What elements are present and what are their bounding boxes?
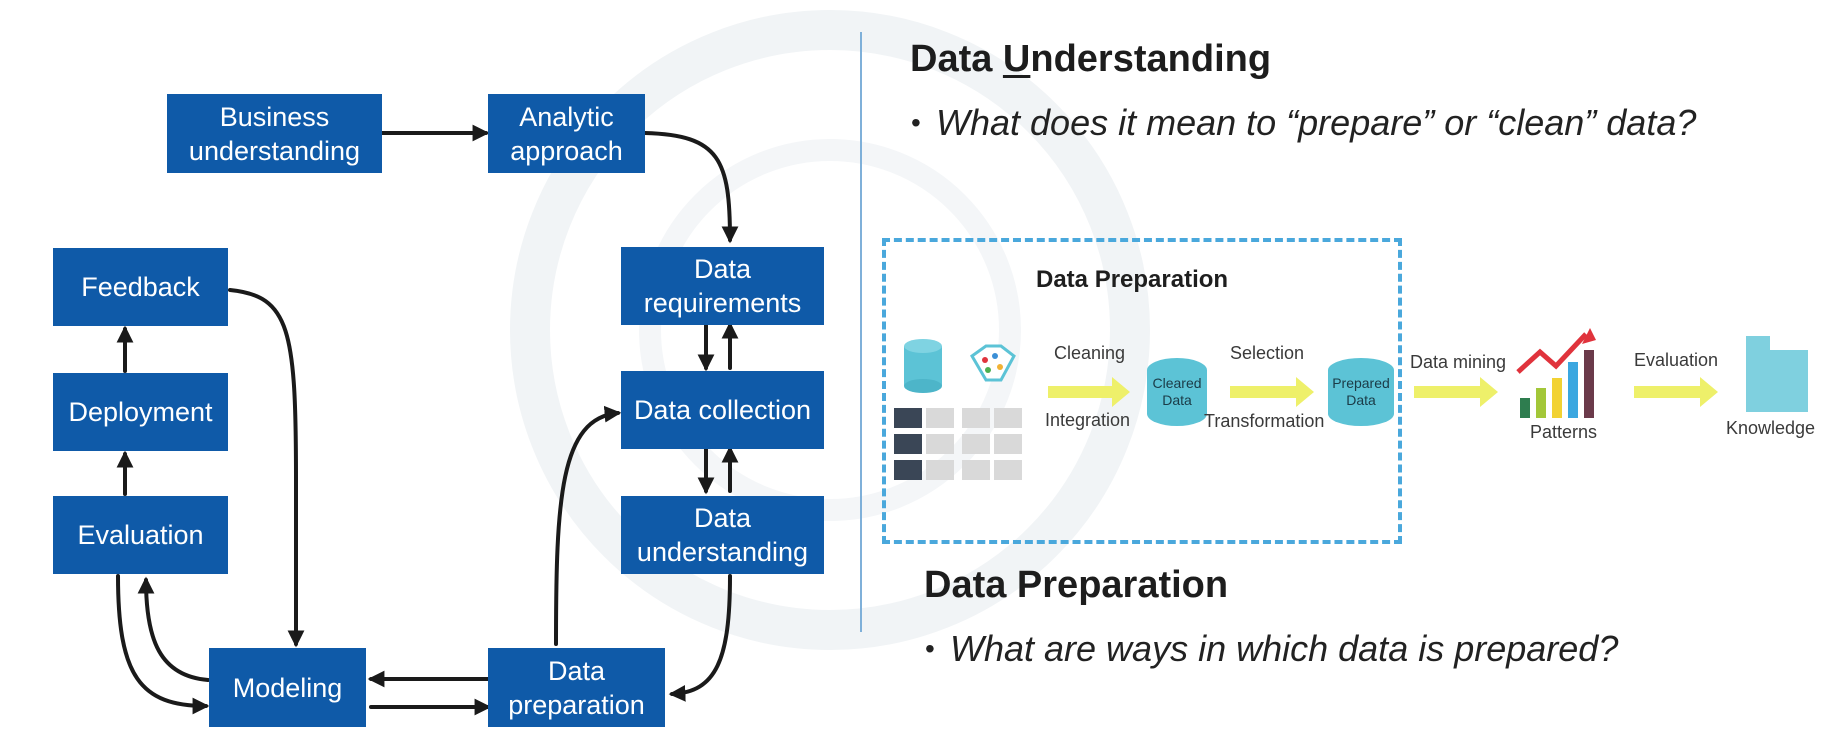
data-preparation-graphics bbox=[894, 328, 1808, 480]
data-table-icon bbox=[894, 408, 1022, 480]
label-selection: Selection bbox=[1230, 343, 1305, 363]
label-data-mining: Data mining bbox=[1410, 352, 1507, 372]
label-knowledge: Knowledge bbox=[1726, 418, 1816, 438]
label-integration: Integration bbox=[1045, 410, 1131, 430]
arrow-cleaning bbox=[1048, 377, 1130, 407]
prepared-data-cylinder: Prepared Data bbox=[1328, 358, 1394, 426]
label-patterns: Patterns bbox=[1530, 422, 1598, 442]
arrow-evaluation bbox=[1634, 377, 1718, 407]
label-transformation: Transformation bbox=[1204, 411, 1325, 431]
cleared-data-cylinder: Cleared Data bbox=[1147, 358, 1207, 426]
patterns-chart-icon bbox=[1516, 328, 1596, 418]
label-cleaning: Cleaning bbox=[1054, 343, 1126, 363]
knowledge-document-icon bbox=[1746, 336, 1808, 412]
arrow-data-mining bbox=[1414, 377, 1498, 407]
arrow-selection bbox=[1230, 377, 1314, 407]
slide: Business understanding Analytic approach… bbox=[0, 0, 1832, 746]
database-icon bbox=[904, 339, 942, 393]
label-evaluation: Evaluation bbox=[1634, 350, 1719, 370]
network-hexagon-icon bbox=[970, 344, 1016, 382]
